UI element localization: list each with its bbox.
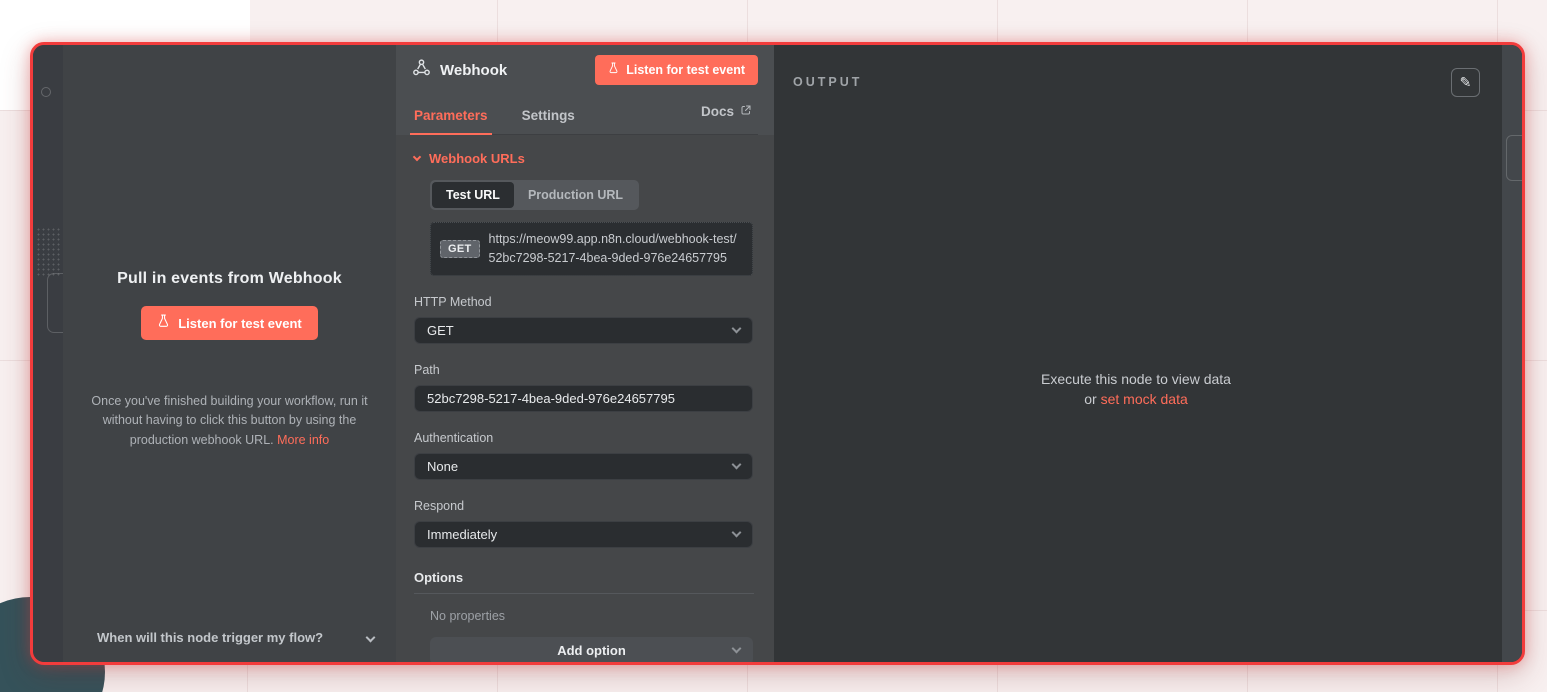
tab-parameters[interactable]: Parameters bbox=[412, 99, 490, 134]
more-info-link[interactable]: More info bbox=[277, 433, 329, 447]
chevron-down-icon bbox=[732, 323, 742, 333]
respond-select[interactable]: Immediately bbox=[414, 521, 753, 548]
chevron-down-icon bbox=[732, 459, 742, 469]
authentication-label: Authentication bbox=[414, 431, 754, 445]
http-method-label: HTTP Method bbox=[414, 295, 754, 309]
options-section: Options No properties Add option bbox=[414, 570, 754, 663]
webhook-url-text: https://meow99.app.n8n.cloud/webhook-tes… bbox=[489, 230, 743, 268]
edge-decoration-dots bbox=[36, 227, 62, 277]
tab-bar: Parameters Settings Docs bbox=[412, 99, 758, 135]
docs-link-label: Docs bbox=[701, 104, 734, 119]
listen-for-test-event-button[interactable]: Listen for test event bbox=[141, 306, 318, 340]
trigger-panel: Pull in events from Webhook Listen for t… bbox=[63, 45, 396, 662]
http-method-select[interactable]: GET bbox=[414, 317, 753, 344]
output-empty-message-2: or set mock data bbox=[774, 390, 1498, 410]
options-title: Options bbox=[414, 570, 754, 594]
production-url-tab[interactable]: Production URL bbox=[514, 182, 637, 208]
node-details-modal: Pull in events from Webhook Listen for t… bbox=[30, 42, 1525, 665]
tab-settings[interactable]: Settings bbox=[520, 99, 577, 134]
add-option-button[interactable]: Add option bbox=[430, 637, 753, 663]
trigger-footer-toggle[interactable]: When will this node trigger my flow? bbox=[63, 618, 396, 662]
trigger-heading: Pull in events from Webhook bbox=[79, 270, 380, 288]
path-input-wrapper bbox=[414, 385, 753, 412]
respond-field: Respond Immediately bbox=[414, 499, 754, 548]
pencil-icon: ✎ bbox=[1460, 74, 1472, 91]
authentication-value: None bbox=[427, 459, 733, 474]
output-empty-state: Execute this node to view data or set mo… bbox=[774, 370, 1498, 409]
webhook-url-display[interactable]: GET https://meow99.app.n8n.cloud/webhook… bbox=[430, 222, 753, 276]
chevron-down-icon bbox=[732, 643, 742, 653]
http-method-value: GET bbox=[427, 323, 733, 338]
listen-button-label: Listen for test event bbox=[178, 316, 302, 331]
edit-output-button[interactable]: ✎ bbox=[1451, 68, 1480, 97]
webhook-urls-section-toggle[interactable]: Webhook URLs bbox=[414, 151, 754, 166]
test-url-tab[interactable]: Test URL bbox=[432, 182, 514, 208]
flask-icon bbox=[608, 62, 619, 78]
webhook-icon bbox=[412, 58, 431, 82]
edge-decoration-rect bbox=[1506, 135, 1525, 181]
set-mock-data-link[interactable]: set mock data bbox=[1101, 391, 1188, 407]
chevron-down-icon bbox=[413, 153, 421, 161]
output-empty-prefix: or bbox=[1084, 391, 1096, 407]
chevron-down-icon bbox=[732, 527, 742, 537]
respond-label: Respond bbox=[414, 499, 754, 513]
docs-link[interactable]: Docs bbox=[701, 104, 752, 130]
output-empty-message: Execute this node to view data bbox=[774, 370, 1498, 390]
webhook-urls-section-title: Webhook URLs bbox=[429, 151, 525, 166]
modal-edge-strip bbox=[33, 45, 63, 662]
http-method-field: HTTP Method GET bbox=[414, 295, 754, 344]
respond-value: Immediately bbox=[427, 527, 733, 542]
options-empty-text: No properties bbox=[430, 609, 754, 623]
path-field: Path bbox=[414, 363, 754, 412]
header-listen-button-label: Listen for test event bbox=[626, 63, 745, 77]
parameters-panel: Webhook Listen for test event Parameters… bbox=[396, 45, 774, 662]
output-panel-title: OUTPUT bbox=[793, 75, 862, 89]
flask-icon bbox=[157, 314, 170, 332]
external-link-icon bbox=[740, 104, 752, 119]
chevron-down-icon bbox=[366, 632, 376, 642]
node-title: Webhook bbox=[440, 62, 595, 79]
path-input[interactable] bbox=[427, 391, 740, 406]
parameters-form: Webhook URLs Test URL Production URL GET… bbox=[396, 135, 774, 662]
add-option-label: Add option bbox=[557, 643, 626, 658]
http-method-badge: GET bbox=[440, 240, 480, 258]
url-environment-toggle: Test URL Production URL bbox=[430, 180, 639, 210]
node-header: Webhook Listen for test event Parameters… bbox=[396, 45, 774, 135]
path-label: Path bbox=[414, 363, 754, 377]
header-listen-for-test-event-button[interactable]: Listen for test event bbox=[595, 55, 758, 85]
output-panel: OUTPUT ✎ Execute this node to view data … bbox=[774, 45, 1522, 662]
output-right-strip bbox=[1502, 45, 1522, 662]
authentication-select[interactable]: None bbox=[414, 453, 753, 480]
edge-decoration-circle bbox=[41, 87, 51, 97]
trigger-footer-question: When will this node trigger my flow? bbox=[97, 630, 367, 645]
authentication-field: Authentication None bbox=[414, 431, 754, 480]
trigger-description: Once you've finished building your workf… bbox=[82, 392, 378, 450]
